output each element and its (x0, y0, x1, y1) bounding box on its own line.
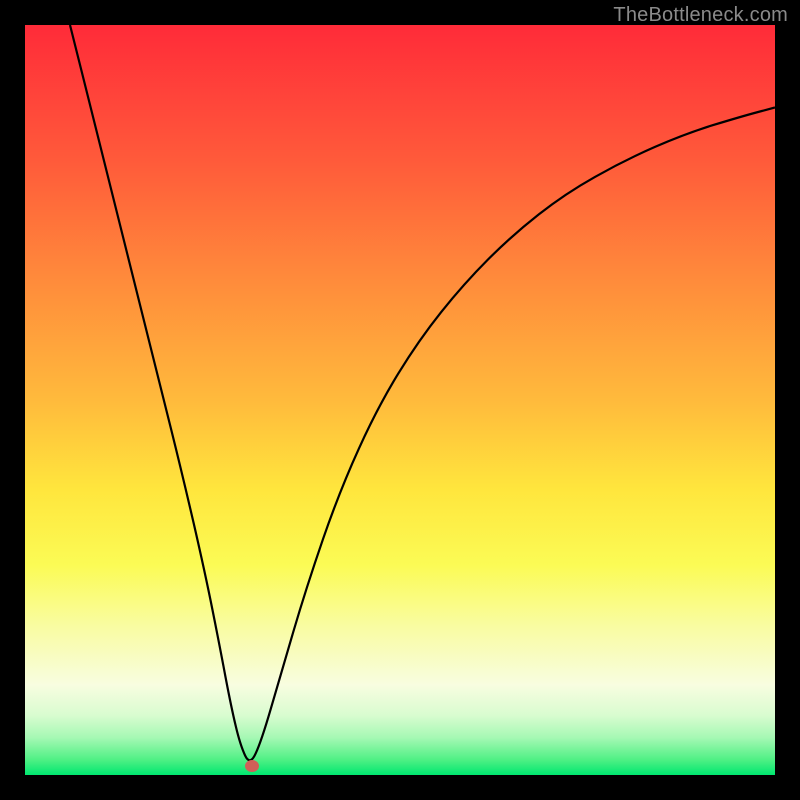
plot-area (25, 25, 775, 775)
watermark-text: TheBottleneck.com (613, 4, 788, 27)
minimum-marker (245, 760, 259, 772)
chart-frame: TheBottleneck.com (0, 0, 800, 800)
bottleneck-curve (25, 25, 775, 775)
